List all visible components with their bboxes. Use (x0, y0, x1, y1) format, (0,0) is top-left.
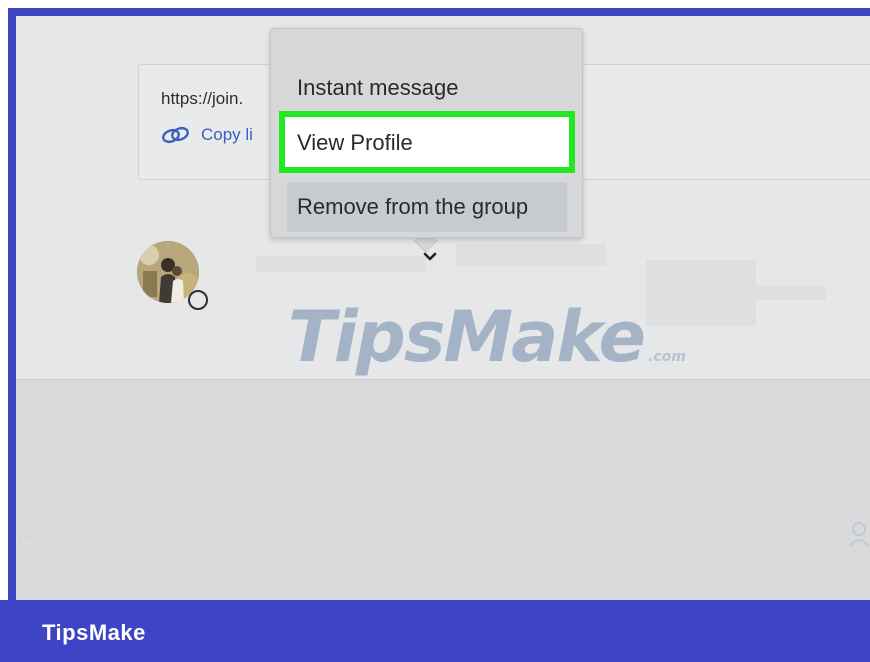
menu-item-view-profile[interactable]: View Profile (279, 111, 575, 173)
app-screen: https://join. Copy li TipsMake .com ··· … (16, 16, 870, 600)
side-faded-label: ··· (18, 528, 32, 544)
link-chain-icon (162, 126, 189, 144)
copy-link-button[interactable]: Copy li (161, 125, 253, 145)
invite-link-url: https://join. (161, 89, 244, 108)
menu-item-instant-message[interactable]: Instant message (287, 63, 567, 113)
status-ring-icon (188, 290, 208, 310)
blurred-name (256, 256, 426, 272)
watermark: TipsMake .com (288, 296, 686, 378)
copy-link-label: Copy li (201, 125, 253, 144)
brand-name: TipsMake (42, 620, 146, 645)
watermark-text: TipsMake (288, 296, 646, 378)
watermark-suffix: .com (647, 349, 686, 365)
brand-footer: TipsMake (0, 600, 870, 662)
menu-item-remove-from-group[interactable]: Remove from the group (287, 182, 567, 232)
chevron-down-icon[interactable] (423, 252, 437, 262)
person-add-icon[interactable] (848, 520, 870, 548)
blurred-meta (736, 286, 826, 300)
blurred-detail (456, 244, 606, 266)
member-context-menu: Instant message View Profile Remove from… (270, 28, 583, 238)
